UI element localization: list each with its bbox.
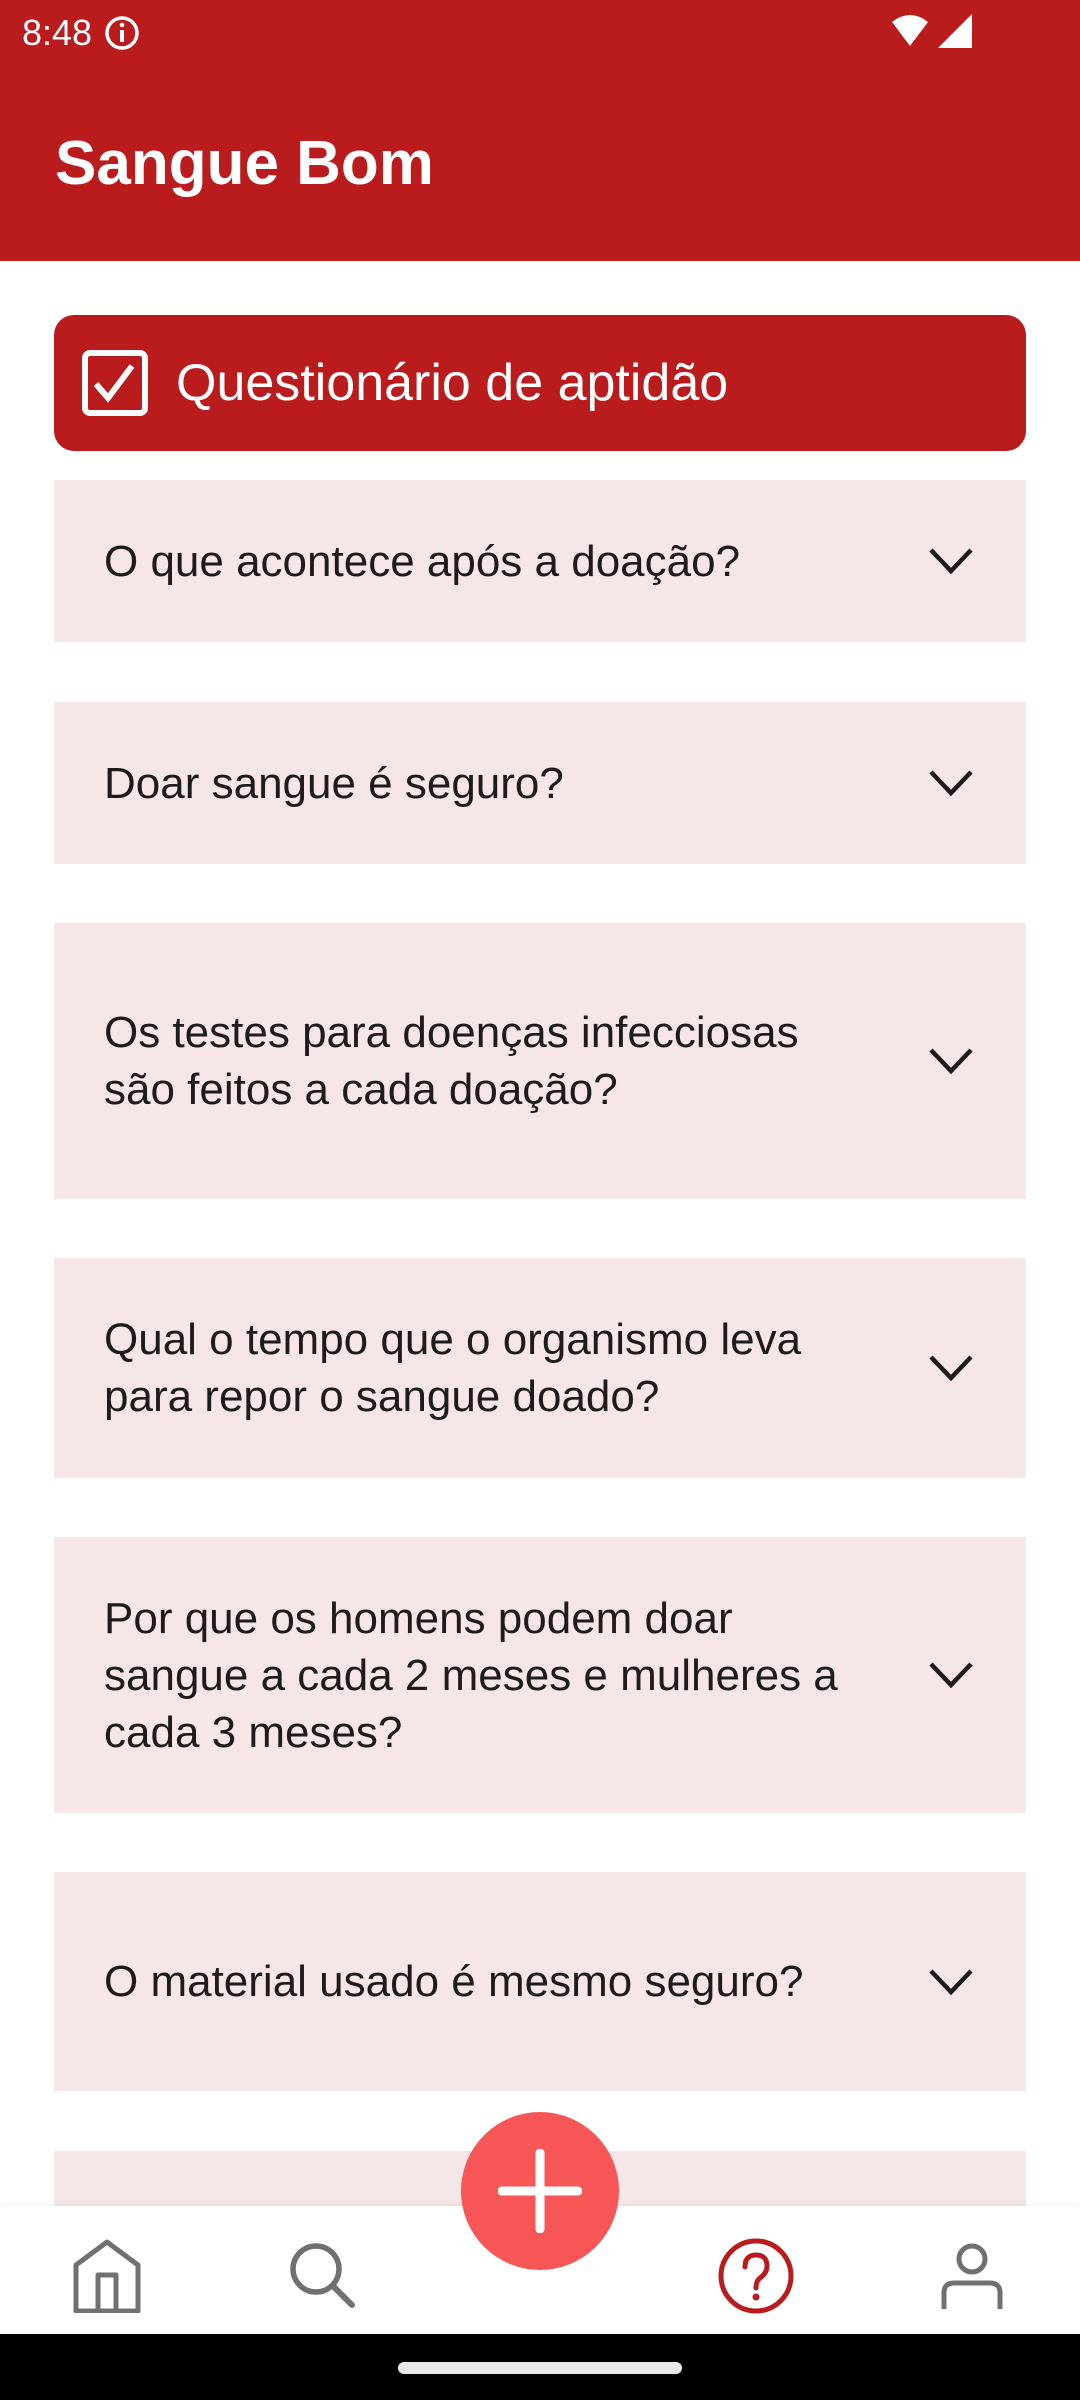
system-navigation-bar xyxy=(0,2334,1080,2400)
nav-home[interactable] xyxy=(67,2236,147,2316)
faq-question: Doar sangue é seguro? xyxy=(104,758,564,808)
info-icon xyxy=(105,16,139,50)
chevron-down-icon xyxy=(929,1662,973,1689)
chevron-down-icon xyxy=(929,1968,973,1995)
wifi-icon xyxy=(892,15,928,46)
profile-icon xyxy=(941,2243,1003,2309)
checkbox-checked-icon xyxy=(82,350,148,416)
questionnaire-label: Questionário de aptidão xyxy=(176,354,729,412)
home-gesture-handle[interactable] xyxy=(398,2362,682,2374)
search-icon xyxy=(290,2243,355,2308)
chevron-down-icon xyxy=(929,1355,973,1382)
status-bar: 8:48 xyxy=(22,12,140,54)
home-icon xyxy=(73,2239,141,2313)
chevron-down-icon xyxy=(929,548,973,575)
nav-help[interactable] xyxy=(716,2236,796,2316)
faq-question: Os testes para doenças infecciosas são f… xyxy=(104,1008,799,1114)
app-title: Sangue Bom xyxy=(55,129,434,198)
help-icon xyxy=(718,2238,794,2314)
faq-question: O que acontece após a doação? xyxy=(104,536,741,586)
nav-profile[interactable] xyxy=(932,2236,1012,2316)
signal-icon xyxy=(938,14,972,48)
add-button[interactable] xyxy=(461,2112,619,2270)
faq-item[interactable]: Por que os homens podem doar sangue a ca… xyxy=(54,1537,1026,1813)
faq-question: Por que os homens podem doar sangue a ca… xyxy=(104,1593,838,1757)
faq-item[interactable]: Os testes para doenças infecciosas são f… xyxy=(54,923,1026,1199)
questionnaire-button[interactable]: Questionário de aptidão xyxy=(54,315,1026,451)
faq-item[interactable]: Doar sangue é seguro? xyxy=(54,702,1026,864)
chevron-down-icon xyxy=(929,770,973,797)
nav-search[interactable] xyxy=(283,2236,363,2316)
faq-item[interactable]: O que acontece após a doação? xyxy=(54,480,1026,642)
faq-item[interactable]: O material usado é mesmo seguro? xyxy=(54,1872,1026,2091)
app-bar: 8:48 Sangue Bom xyxy=(0,0,1080,261)
faq-question: O material usado é mesmo seguro? xyxy=(104,1957,804,2006)
faq-item[interactable]: Qual o tempo que o organismo leva para r… xyxy=(54,1258,1026,1478)
status-time: 8:48 xyxy=(22,12,93,53)
add-icon xyxy=(498,2149,582,2233)
chevron-down-icon xyxy=(929,1048,973,1075)
faq-question: Qual o tempo que o organismo leva para r… xyxy=(104,1315,802,1421)
